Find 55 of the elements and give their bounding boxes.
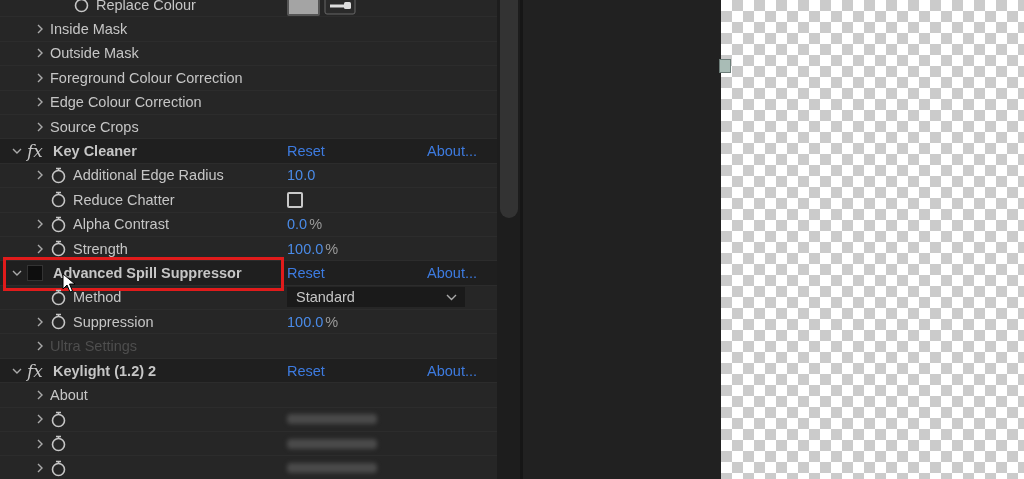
about-link[interactable]: About...	[427, 265, 477, 281]
about-link[interactable]: About...	[427, 143, 477, 160]
reset-link[interactable]: Reset	[287, 362, 325, 379]
reset-link[interactable]: Reset	[287, 265, 325, 281]
property-label: Suppression	[73, 313, 154, 330]
effect-header[interactable]: fx Key Cleaner Reset About...	[0, 139, 497, 164]
mask-vertex-handle[interactable]	[719, 59, 731, 73]
property-label: Method	[73, 289, 122, 306]
unit-label: %	[325, 313, 339, 330]
value-field[interactable]: 100.0	[287, 240, 324, 257]
effect-name: Key Cleaner	[53, 143, 137, 160]
property-label: Alpha Contrast	[73, 216, 169, 233]
twirl-icon[interactable]	[35, 389, 45, 400]
unit-label: %	[325, 240, 339, 257]
twirl-icon[interactable]	[35, 170, 45, 181]
reset-link[interactable]: Reset	[287, 143, 325, 160]
colour-swatch[interactable]	[287, 0, 320, 16]
unit-label: %	[309, 216, 323, 233]
value-field[interactable]: 0.0	[287, 216, 308, 233]
fx-icon[interactable]: fx	[27, 360, 49, 381]
about-link[interactable]: About...	[427, 362, 477, 379]
twirl-icon[interactable]	[35, 414, 45, 425]
twirl-icon[interactable]	[12, 268, 22, 278]
method-dropdown[interactable]: Standard	[287, 287, 465, 308]
value-field[interactable]: 100.0	[287, 313, 324, 330]
value-field[interactable]: 10.0	[287, 167, 316, 184]
effect-name: Keylight (1.2) 2	[53, 362, 157, 379]
scrollbar[interactable]	[497, 0, 523, 479]
group-label[interactable]: Source Crops	[50, 118, 139, 135]
twirl-icon[interactable]	[35, 463, 45, 474]
twirl-icon[interactable]	[35, 219, 45, 230]
effect-name: Advanced Spill Suppressor	[53, 265, 242, 281]
twirl-icon[interactable]	[35, 97, 45, 108]
group-label[interactable]: Edge Colour Correction	[50, 94, 202, 111]
fx-icon[interactable]: fx	[27, 141, 49, 162]
property-label: Reduce Chatter	[73, 191, 175, 208]
group-label[interactable]: Inside Mask	[50, 21, 128, 38]
property-label: Replace Colour	[96, 0, 196, 13]
group-label[interactable]: Outside Mask	[50, 45, 139, 62]
fx-toggle[interactable]	[27, 265, 43, 281]
twirl-icon[interactable]	[35, 72, 45, 83]
twirl-icon[interactable]	[35, 243, 45, 254]
group-label[interactable]: About	[50, 386, 88, 403]
checkbox[interactable]	[287, 191, 303, 208]
group-label[interactable]: Foreground Colour Correction	[50, 69, 243, 86]
property-label: Additional Edge Radius	[73, 167, 224, 184]
eyedropper-icon[interactable]	[324, 0, 356, 15]
twirl-icon[interactable]	[35, 316, 45, 327]
caret-icon	[446, 293, 457, 301]
property-label: Strength	[73, 240, 128, 257]
twirl-icon[interactable]	[35, 121, 45, 132]
effect-header[interactable]: fx Keylight (1.2) 2 Reset About...	[0, 358, 497, 384]
twirl-icon[interactable]	[35, 438, 45, 449]
twirl-icon[interactable]	[35, 48, 45, 59]
twirl-icon[interactable]	[35, 24, 45, 35]
